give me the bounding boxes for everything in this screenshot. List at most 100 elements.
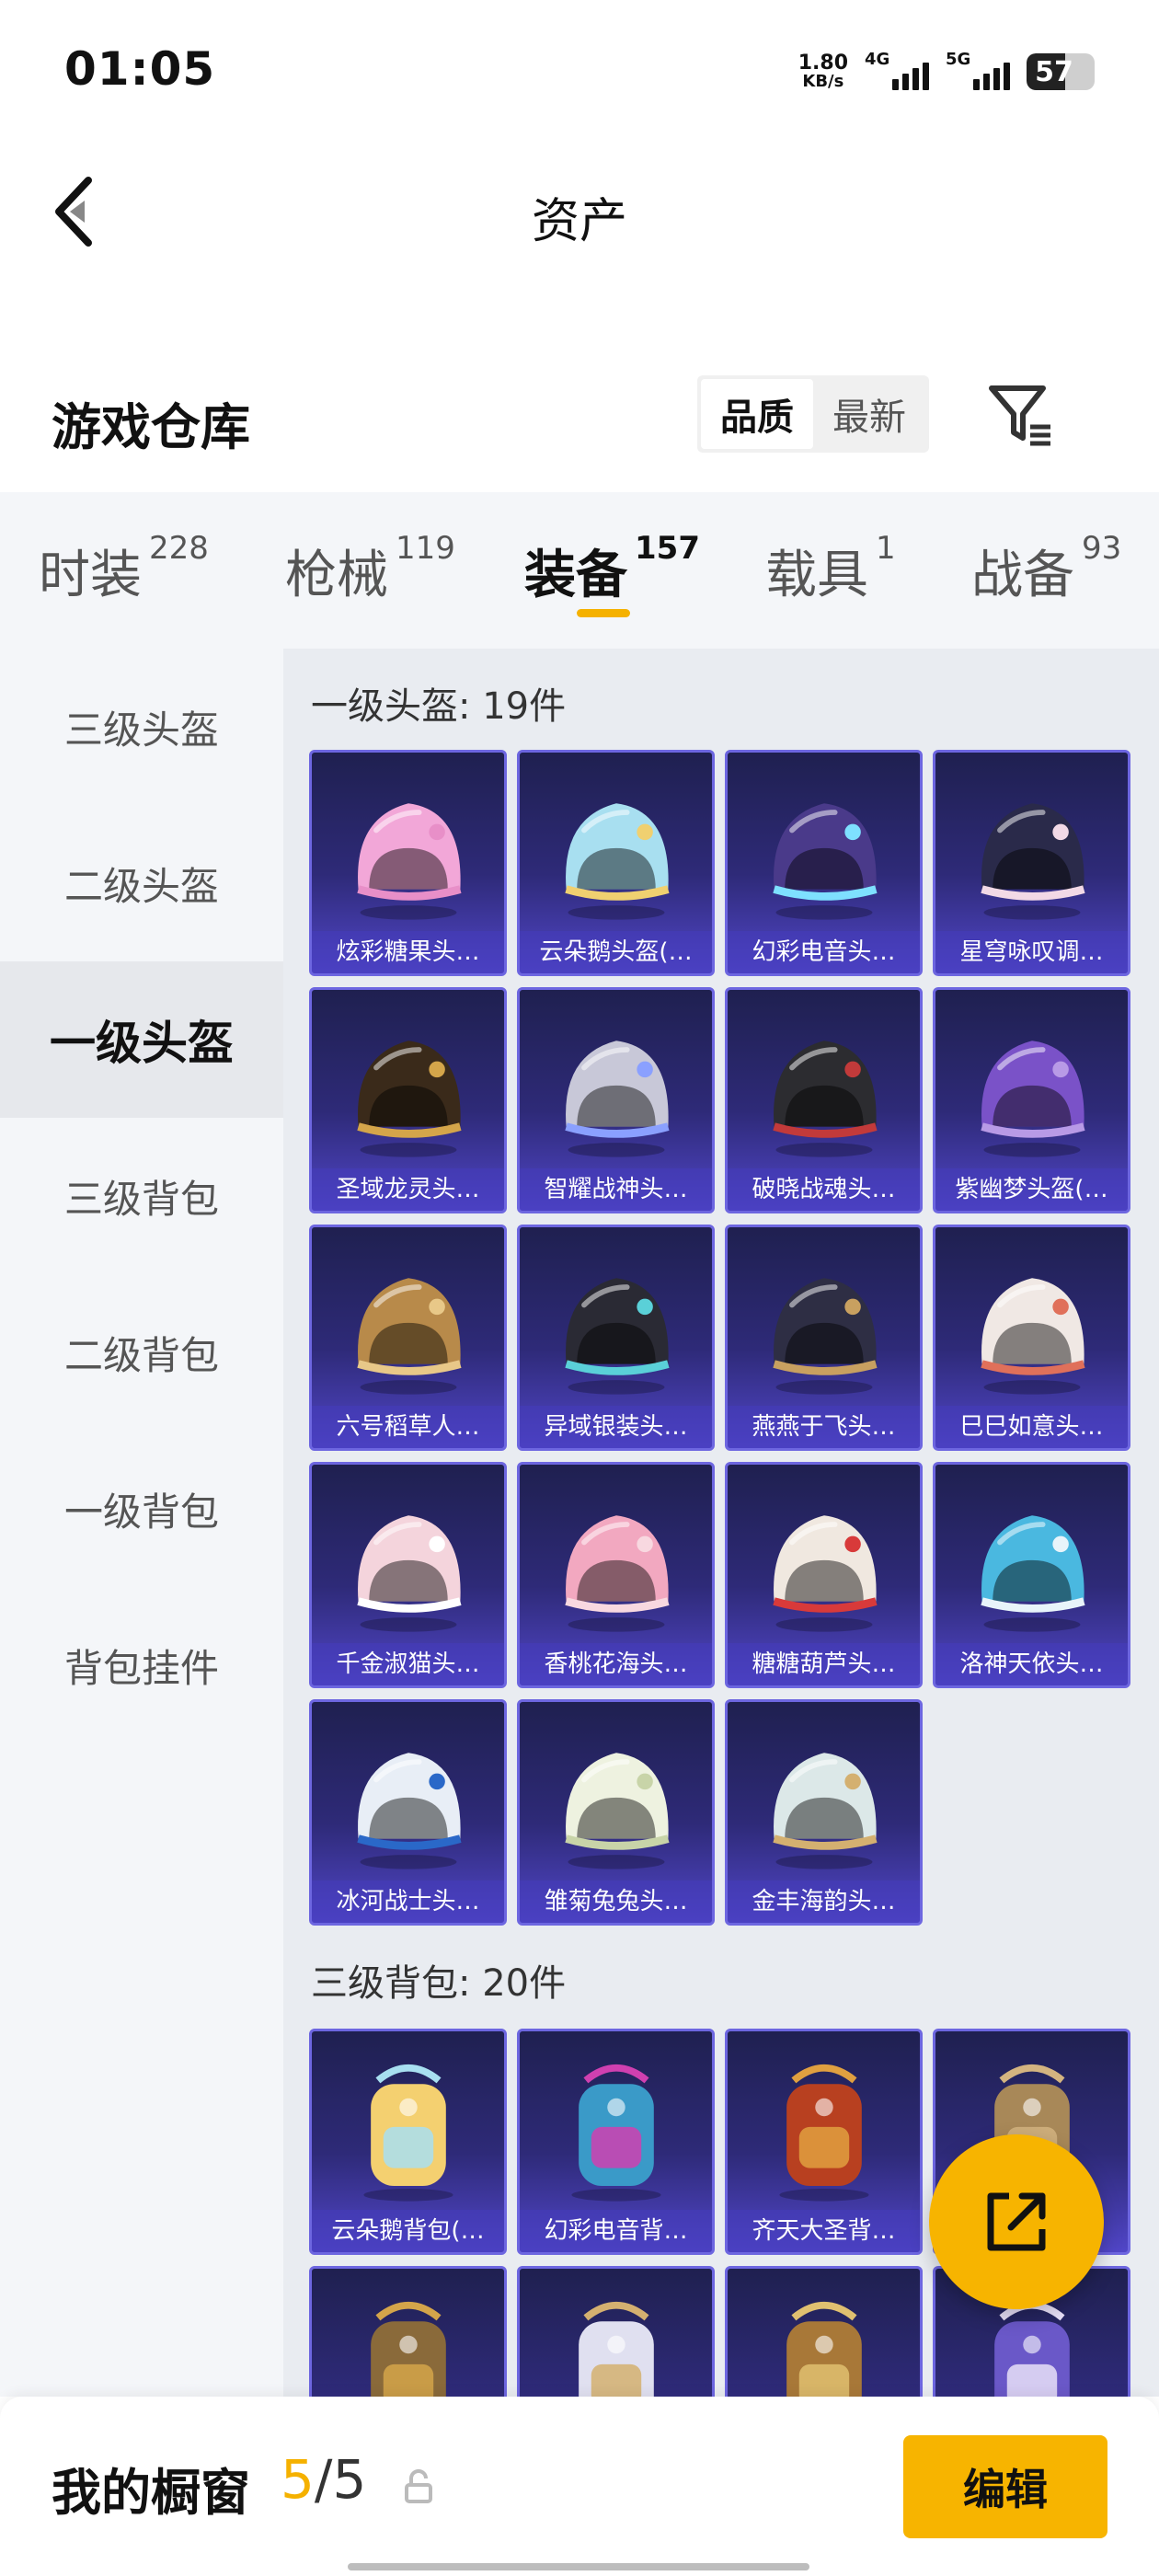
item-name: 冰河战士头… bbox=[312, 1880, 504, 1923]
helmet-card[interactable]: 洛神天依头… bbox=[933, 1462, 1130, 1688]
showcase-count: 5/5 bbox=[281, 2448, 366, 2511]
item-name: 云朵鹅背包(… bbox=[312, 2210, 504, 2252]
tab-fashion-label: 时装 bbox=[39, 546, 142, 605]
helmet-icon bbox=[357, 803, 462, 920]
helmet-card[interactable]: 炫彩糖果头… bbox=[309, 750, 507, 976]
network-speed-unit: KB/s bbox=[802, 72, 844, 91]
backpack-card[interactable]: 幻彩电音背… bbox=[517, 2029, 715, 2255]
bottom-bar: 我的橱窗 5/5 编辑 bbox=[0, 2397, 1159, 2576]
helmet-card[interactable]: 云朵鹅头盔(… bbox=[517, 750, 715, 976]
item-name: 星穹咏叹调… bbox=[935, 931, 1128, 973]
tab-fashion[interactable]: 时装 228 bbox=[39, 530, 209, 608]
filter-button[interactable] bbox=[984, 379, 1058, 453]
share-button[interactable] bbox=[929, 2134, 1104, 2309]
helmet-card[interactable]: 异域银装头… bbox=[517, 1225, 715, 1451]
tab-vehicles[interactable]: 载具 1 bbox=[765, 530, 896, 608]
helmet-card[interactable]: 破晓战魂头… bbox=[725, 987, 923, 1213]
helmet-card[interactable]: 千金淑猫头… bbox=[309, 1462, 507, 1688]
helmet-card[interactable]: 雏菊兔兔头… bbox=[517, 1699, 715, 1926]
backpack-icon bbox=[571, 2064, 661, 2202]
helmet-icon bbox=[773, 1041, 878, 1157]
sidebar-item-backpack-charm[interactable]: 背包挂件 bbox=[0, 1587, 283, 1743]
sidebar: 三级头盔 二级头盔 一级头盔 三级背包 二级背包 一级背包 背包挂件 bbox=[0, 649, 283, 2397]
helmet-icon bbox=[773, 1515, 878, 1632]
signal-4g-icon: 4G bbox=[865, 50, 929, 94]
tab-equipment[interactable]: 装备 157 bbox=[524, 530, 700, 608]
tab-supplies-label: 战备 bbox=[971, 546, 1074, 605]
tab-equipment-count: 157 bbox=[635, 530, 700, 567]
tab-firearms[interactable]: 枪械 119 bbox=[285, 530, 455, 608]
item-name: 圣域龙灵头… bbox=[312, 1168, 504, 1211]
item-name: 炫彩糖果头… bbox=[312, 931, 504, 973]
helmet-icon bbox=[357, 1753, 462, 1869]
helmet-card[interactable]: 金丰海韵头… bbox=[725, 1699, 923, 1926]
helmet-card[interactable]: 智耀战神头… bbox=[517, 987, 715, 1213]
item-name: 幻彩电音背… bbox=[520, 2210, 712, 2252]
item-name: 破晓战魂头… bbox=[728, 1168, 920, 1211]
helmet-card[interactable]: 巳巳如意头… bbox=[933, 1225, 1130, 1451]
backpack-card[interactable] bbox=[517, 2266, 715, 2397]
helmet-card[interactable]: 糖糖葫芦头… bbox=[725, 1462, 923, 1688]
helmet-card[interactable]: 香桃花海头… bbox=[517, 1462, 715, 1688]
signal-4g-label: 4G bbox=[865, 50, 890, 69]
backpack-card[interactable]: 齐天大圣背… bbox=[725, 2029, 923, 2255]
helmet-icon bbox=[773, 1753, 878, 1869]
item-name: 齐天大圣背… bbox=[728, 2210, 920, 2252]
helmet-icon bbox=[981, 1515, 1085, 1632]
warehouse-header: 游戏仓库 品质 最新 bbox=[0, 368, 1159, 469]
tab-firearms-count: 119 bbox=[396, 530, 455, 567]
helmet-icon bbox=[565, 1515, 670, 1632]
helmet-icon bbox=[357, 1041, 462, 1157]
item-name: 燕燕于飞头… bbox=[728, 1406, 920, 1448]
sidebar-item-level1-helmet[interactable]: 一级头盔 bbox=[0, 961, 283, 1118]
item-name: 紫幽梦头盔(… bbox=[935, 1168, 1128, 1211]
item-name: 糖糖葫芦头… bbox=[728, 1643, 920, 1685]
page-title: 资产 bbox=[531, 194, 627, 249]
sort-option-newest[interactable]: 最新 bbox=[813, 379, 925, 449]
helmet-icon bbox=[565, 1278, 670, 1395]
item-name: 智耀战神头… bbox=[520, 1168, 712, 1211]
sidebar-item-level3-backpack[interactable]: 三级背包 bbox=[0, 1118, 283, 1274]
helmet-card[interactable]: 星穹咏叹调… bbox=[933, 750, 1130, 976]
backpack-card[interactable]: 云朵鹅背包(… bbox=[309, 2029, 507, 2255]
tab-supplies[interactable]: 战备 93 bbox=[971, 530, 1121, 608]
active-tab-indicator bbox=[577, 609, 630, 617]
edit-button[interactable]: 编辑 bbox=[903, 2435, 1107, 2538]
tab-vehicles-count: 1 bbox=[876, 530, 896, 567]
helmet-icon bbox=[565, 1753, 670, 1869]
network-speed-value: 1.80 bbox=[798, 52, 848, 75]
sidebar-item-level3-helmet[interactable]: 三级头盔 bbox=[0, 649, 283, 805]
item-name: 金丰海韵头… bbox=[728, 1880, 920, 1923]
section-title-level1-helmet: 一级头盔: 19件 bbox=[311, 685, 567, 728]
helmet-card[interactable]: 圣域龙灵头… bbox=[309, 987, 507, 1213]
home-indicator bbox=[348, 2563, 809, 2570]
item-name: 异域银装头… bbox=[520, 1406, 712, 1448]
item-name: 洛神天依头… bbox=[935, 1643, 1128, 1685]
tab-fashion-count: 228 bbox=[149, 530, 209, 567]
item-name: 六号稻草人… bbox=[312, 1406, 504, 1448]
helmet-card[interactable]: 紫幽梦头盔(… bbox=[933, 987, 1130, 1213]
helmet-card[interactable]: 幻彩电音头… bbox=[725, 750, 923, 976]
sidebar-item-level2-helmet[interactable]: 二级头盔 bbox=[0, 805, 283, 961]
item-name: 千金淑猫头… bbox=[312, 1643, 504, 1685]
item-name: 雏菊兔兔头… bbox=[520, 1880, 712, 1923]
helmet-card[interactable]: 六号稻草人… bbox=[309, 1225, 507, 1451]
backpack-icon bbox=[371, 2302, 446, 2397]
helmet-card[interactable]: 燕燕于飞头… bbox=[725, 1225, 923, 1451]
helmet-icon bbox=[565, 803, 670, 920]
helmet-card[interactable]: 冰河战士头… bbox=[309, 1699, 507, 1926]
status-time: 01:05 bbox=[64, 42, 216, 96]
backpack-card[interactable] bbox=[725, 2266, 923, 2397]
sidebar-item-level1-backpack[interactable]: 一级背包 bbox=[0, 1431, 283, 1587]
sort-option-quality[interactable]: 品质 bbox=[701, 379, 813, 449]
helmet-icon bbox=[565, 1041, 670, 1157]
showcase-title: 我的橱窗 bbox=[52, 2464, 250, 2522]
showcase-current: 5 bbox=[281, 2448, 315, 2511]
tab-firearms-label: 枪械 bbox=[285, 546, 388, 605]
helmet-icon bbox=[773, 1278, 878, 1395]
section-title-level3-backpack: 三级背包: 20件 bbox=[311, 1962, 567, 2005]
sidebar-item-level2-backpack[interactable]: 二级背包 bbox=[0, 1274, 283, 1431]
backpack-icon bbox=[363, 2064, 453, 2202]
backpack-card[interactable] bbox=[309, 2266, 507, 2397]
filter-icon bbox=[989, 385, 1050, 446]
